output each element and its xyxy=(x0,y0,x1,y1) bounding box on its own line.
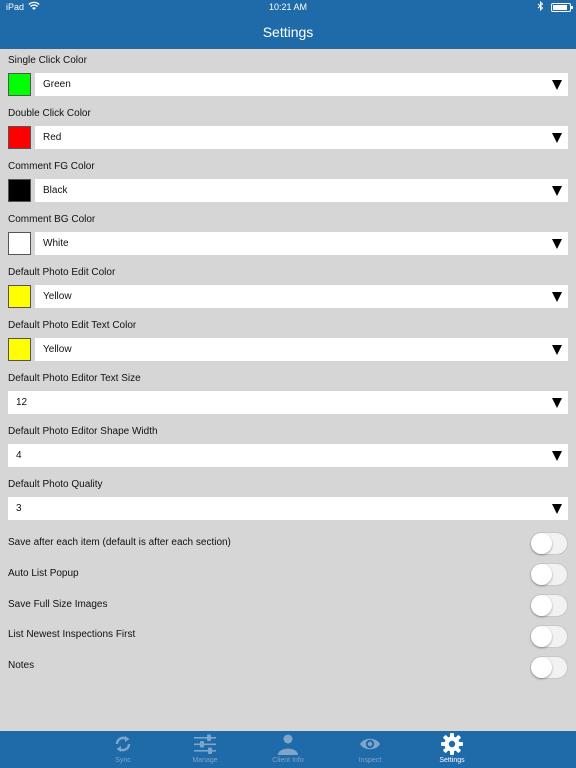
select-value: Green xyxy=(43,79,71,90)
gear-icon xyxy=(441,733,463,755)
toggle-knob xyxy=(531,564,552,585)
comment-bg-color-swatch xyxy=(8,232,31,255)
list-newest-first-label: List Newest Inspections First xyxy=(8,629,136,640)
tab-label: Inspect xyxy=(358,757,382,764)
double-click-color-select[interactable]: Red xyxy=(35,126,568,149)
comment-fg-color-swatch xyxy=(8,179,31,202)
save-after-each-item-toggle[interactable] xyxy=(530,532,568,555)
select-value: 4 xyxy=(16,450,22,461)
select-value: Yellow xyxy=(43,291,72,302)
photo-edit-text-color-label: Default Photo Edit Text Color xyxy=(8,320,137,331)
status-bar: iPad 10:21 AM xyxy=(0,0,576,15)
photo-edit-color-select[interactable]: Yellow xyxy=(35,285,568,308)
list-newest-first-toggle[interactable] xyxy=(530,625,568,648)
save-after-each-item-label: Save after each item (default is after e… xyxy=(8,537,231,548)
notes-label: Notes xyxy=(8,660,35,671)
tab-label: Client Info xyxy=(272,757,304,764)
auto-list-popup-label: Auto List Popup xyxy=(8,568,79,579)
toggle-knob xyxy=(531,657,552,678)
navigation-bar: Settings xyxy=(0,15,576,49)
double-click-color-label: Double Click Color xyxy=(8,108,91,119)
single-click-color-label: Single Click Color xyxy=(8,55,87,66)
person-icon xyxy=(277,733,299,755)
photo-editor-text-size-select[interactable]: 12 xyxy=(8,391,568,414)
notes-toggle[interactable] xyxy=(530,656,568,679)
tab-client-info[interactable]: Client Info xyxy=(248,731,328,768)
sliders-icon xyxy=(194,733,216,755)
eye-icon xyxy=(359,733,381,755)
status-time: 10:21 AM xyxy=(268,2,308,12)
tab-bar: Sync Manage Client Info Inspect Settings xyxy=(0,731,576,768)
photo-editor-text-size-label: Default Photo Editor Text Size xyxy=(8,373,141,384)
toggle-knob xyxy=(531,595,552,616)
select-value: White xyxy=(43,238,69,249)
tab-label: Settings xyxy=(439,757,465,764)
tab-sync[interactable]: Sync xyxy=(83,731,163,768)
photo-editor-shape-width-select[interactable]: 4 xyxy=(8,444,568,467)
dropdown-arrow-icon xyxy=(552,504,562,514)
dropdown-arrow-icon xyxy=(552,133,562,143)
photo-quality-select[interactable]: 3 xyxy=(8,497,568,520)
single-click-color-swatch xyxy=(8,73,31,96)
comment-bg-color-select[interactable]: White xyxy=(35,232,568,255)
double-click-color-swatch xyxy=(8,126,31,149)
tab-inspect[interactable]: Inspect xyxy=(330,731,410,768)
save-full-size-images-label: Save Full Size Images xyxy=(8,599,108,610)
photo-edit-text-color-select[interactable]: Yellow xyxy=(35,338,568,361)
dropdown-arrow-icon xyxy=(552,398,562,408)
select-value: 3 xyxy=(16,503,22,514)
select-value: Red xyxy=(43,132,62,143)
comment-bg-color-label: Comment BG Color xyxy=(8,214,96,225)
auto-list-popup-toggle[interactable] xyxy=(530,563,568,586)
sync-icon xyxy=(112,733,134,755)
tab-manage[interactable]: Manage xyxy=(165,731,245,768)
comment-fg-color-select[interactable]: Black xyxy=(35,179,568,202)
page-title: Settings xyxy=(262,24,314,40)
photo-edit-color-label: Default Photo Edit Color xyxy=(8,267,116,278)
dropdown-arrow-icon xyxy=(552,186,562,196)
photo-quality-label: Default Photo Quality xyxy=(8,479,103,490)
battery-icon xyxy=(551,3,573,12)
save-full-size-images-toggle[interactable] xyxy=(530,594,568,617)
select-value: Black xyxy=(43,185,68,196)
toggle-knob xyxy=(531,533,552,554)
bluetooth-icon xyxy=(537,0,544,13)
settings-form: Single Click Color Green Double Click Co… xyxy=(0,49,576,731)
select-value: 12 xyxy=(16,397,28,408)
photo-edit-color-swatch xyxy=(8,285,31,308)
dropdown-arrow-icon xyxy=(552,345,562,355)
photo-edit-text-color-swatch xyxy=(8,338,31,361)
photo-editor-shape-width-label: Default Photo Editor Shape Width xyxy=(8,426,158,437)
comment-fg-color-label: Comment FG Color xyxy=(8,161,95,172)
dropdown-arrow-icon xyxy=(552,239,562,249)
tab-label: Sync xyxy=(115,757,131,764)
dropdown-arrow-icon xyxy=(552,451,562,461)
tab-label: Manage xyxy=(192,757,218,764)
dropdown-arrow-icon xyxy=(552,80,562,90)
toggle-knob xyxy=(531,626,552,647)
single-click-color-select[interactable]: Green xyxy=(35,73,568,96)
select-value: Yellow xyxy=(43,344,72,355)
tab-settings[interactable]: Settings xyxy=(412,731,492,768)
dropdown-arrow-icon xyxy=(552,292,562,302)
